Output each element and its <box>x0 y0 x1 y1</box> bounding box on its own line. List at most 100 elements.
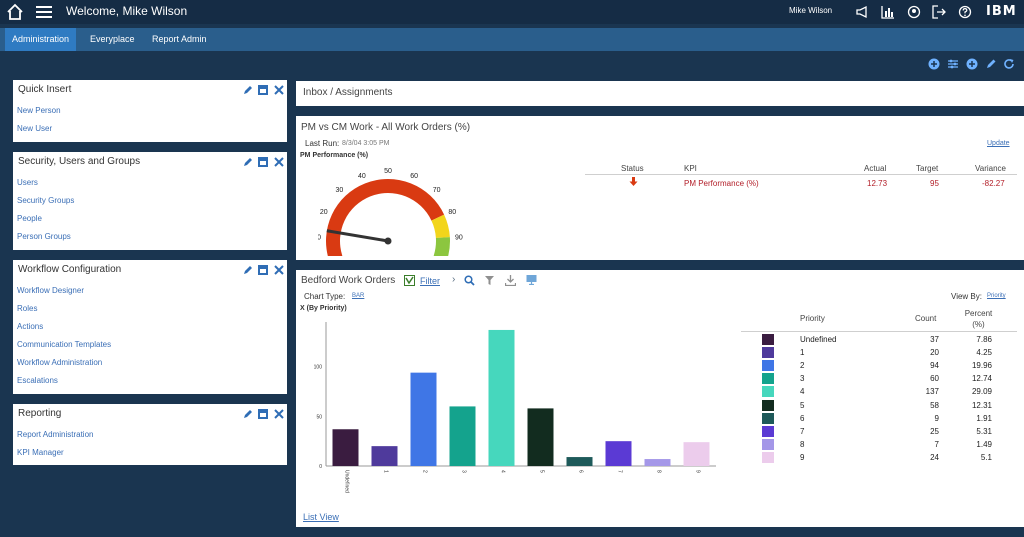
inbox-panel: Inbox / Assignments <box>296 81 1024 106</box>
kpi-name[interactable]: PM Performance (%) <box>684 179 759 188</box>
bar <box>332 429 359 466</box>
last-run-value: 8/3/04 3:05 PM <box>342 140 390 147</box>
inbox-title[interactable]: Inbox / Assignments <box>303 87 393 98</box>
link-security-groups[interactable]: Security Groups <box>17 196 74 205</box>
col-target: Target <box>916 164 939 173</box>
legend-count: 94 <box>930 361 939 371</box>
close-icon[interactable] <box>274 409 284 419</box>
close-icon[interactable] <box>274 85 284 95</box>
x-tick-label: Undefined <box>344 470 350 493</box>
add-icon[interactable] <box>966 58 978 70</box>
legend-percent: 29.09 <box>971 387 992 397</box>
filter-icon[interactable] <box>404 275 415 286</box>
list-view-link[interactable]: List View <box>303 512 339 522</box>
edit-icon[interactable] <box>985 58 997 70</box>
legend-swatch <box>762 438 774 450</box>
edit-icon[interactable] <box>243 265 253 275</box>
legend-percent: 5.31 <box>976 426 992 436</box>
edit-icon[interactable] <box>243 85 253 95</box>
edit-icon[interactable] <box>243 157 253 167</box>
legend-swatch <box>762 386 774 398</box>
refresh-icon[interactable] <box>1003 58 1015 70</box>
gauge-tick-label: 50 <box>384 168 392 175</box>
down-arrow-icon <box>629 177 638 186</box>
bar <box>410 372 437 466</box>
close-icon[interactable] <box>274 157 284 167</box>
tab-everyplace[interactable]: Everyplace <box>83 28 142 51</box>
tab-administration[interactable]: Administration <box>5 28 77 51</box>
user-name[interactable]: Mike Wilson <box>789 6 832 15</box>
megaphone-icon[interactable] <box>856 5 870 19</box>
legend-percent: 4.25 <box>976 348 992 358</box>
col-count: Count <box>915 314 937 323</box>
col-percent: Percent (%) <box>964 309 993 329</box>
legend-percent: 12.74 <box>971 374 992 384</box>
link-new-person[interactable]: New Person <box>17 106 61 115</box>
x-tick-label: 3 <box>461 470 467 473</box>
kpi-panel: PM vs CM Work - All Work Orders (%) Last… <box>296 116 1024 260</box>
legend-count: 20 <box>930 348 939 358</box>
window-icon[interactable] <box>258 85 268 95</box>
x-tick-label: 4 <box>500 470 506 473</box>
link-escalations[interactable]: Escalations <box>17 376 58 385</box>
link-person-groups[interactable]: Person Groups <box>17 232 71 241</box>
work-orders-panel: Bedford Work Orders Filter › Chart Type:… <box>296 270 1024 527</box>
legend-percent: 5.1 <box>980 452 992 462</box>
link-people[interactable]: People <box>17 214 42 223</box>
window-icon[interactable] <box>258 157 268 167</box>
x-tick-label: 5 <box>539 470 545 473</box>
link-kpi-manager[interactable]: KPI Manager <box>17 448 64 457</box>
close-icon[interactable] <box>274 265 284 275</box>
filter-link[interactable]: Filter <box>420 276 440 286</box>
kpi-target: 95 <box>930 179 939 188</box>
link-users[interactable]: Users <box>17 178 38 187</box>
link-report-administration[interactable]: Report Administration <box>17 430 93 439</box>
legend-priority: 1 <box>800 348 805 358</box>
settings-icon[interactable] <box>947 58 959 70</box>
window-icon[interactable] <box>258 409 268 419</box>
legend-count: 9 <box>934 413 939 423</box>
window-icon[interactable] <box>258 265 268 275</box>
panel-title: Workflow Configuration <box>18 264 122 275</box>
link-communication-templates[interactable]: Communication Templates <box>17 340 111 349</box>
legend-percent: 1.91 <box>976 413 992 423</box>
home-icon[interactable] <box>6 3 24 21</box>
add-icon[interactable] <box>928 58 940 70</box>
export-icon[interactable] <box>526 274 537 285</box>
bar <box>566 457 593 466</box>
clear-filter-icon[interactable] <box>484 275 495 286</box>
legend-priority: Undefined <box>800 335 837 344</box>
chart-icon[interactable] <box>881 5 895 19</box>
gauge-tick-label: 20 <box>320 209 328 216</box>
link-workflow-designer[interactable]: Workflow Designer <box>17 286 84 295</box>
quick-insert-panel: Quick Insert New Person New User <box>13 80 287 142</box>
view-by-label: View By: <box>951 292 982 301</box>
help-icon[interactable] <box>958 5 972 19</box>
bar <box>683 442 710 466</box>
link-actions[interactable]: Actions <box>17 322 43 331</box>
help-desk-icon[interactable] <box>907 5 921 19</box>
legend-swatch <box>762 399 774 411</box>
legend-percent: 1.49 <box>976 439 992 449</box>
link-workflow-administration[interactable]: Workflow Administration <box>17 358 102 367</box>
legend-priority: 7 <box>800 426 805 436</box>
logout-icon[interactable] <box>932 5 946 19</box>
chevron-right-icon[interactable]: › <box>452 274 455 285</box>
tab-report-admin[interactable]: Report Admin <box>145 28 214 51</box>
update-link[interactable]: Update <box>987 140 1010 147</box>
edit-icon[interactable] <box>243 409 253 419</box>
legend-priority: 5 <box>800 400 805 410</box>
kpi-actual: 12.73 <box>867 179 888 188</box>
x-tick-label: 2 <box>422 470 428 473</box>
search-icon[interactable] <box>464 275 475 286</box>
x-tick-label: 9 <box>695 470 701 473</box>
bar <box>644 459 671 466</box>
x-tick-label: 7 <box>617 470 623 473</box>
link-roles[interactable]: Roles <box>17 304 37 313</box>
link-new-user[interactable]: New User <box>17 124 52 133</box>
download-icon[interactable] <box>505 275 516 286</box>
reporting-panel: Reporting Report Administration KPI Mana… <box>13 404 287 465</box>
menu-icon[interactable] <box>35 3 53 21</box>
view-by-value[interactable]: Priority <box>987 293 1006 299</box>
chart-type-value[interactable]: BAR <box>352 293 364 299</box>
